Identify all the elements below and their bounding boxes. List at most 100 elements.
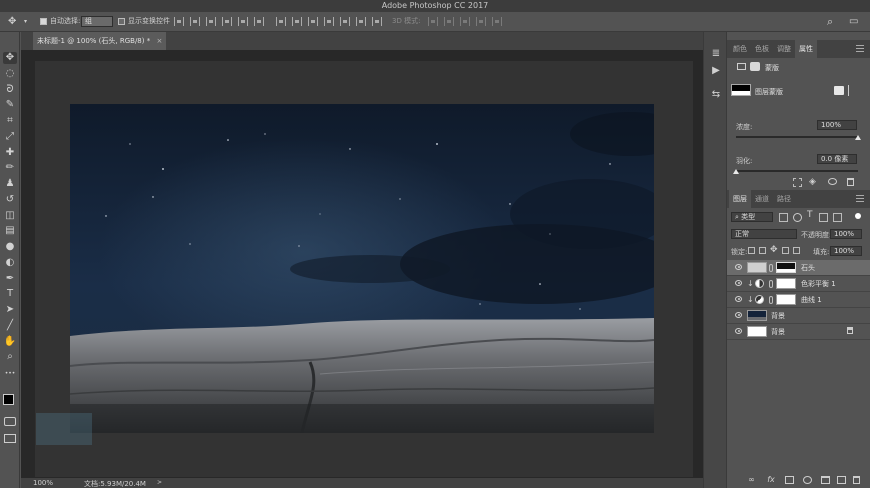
add-mask-icon[interactable] bbox=[785, 476, 794, 484]
align-vcenter-icon[interactable] bbox=[190, 17, 200, 26]
vector-mask-icon[interactable] bbox=[750, 62, 760, 71]
orbit-3d-icon[interactable] bbox=[428, 17, 438, 26]
marquee-tool-icon[interactable]: ◌ bbox=[3, 68, 17, 80]
auto-select-checkbox[interactable]: 自动选择: bbox=[40, 16, 80, 27]
layer-mask-thumbnail[interactable] bbox=[731, 84, 751, 96]
visibility-eye-icon[interactable] bbox=[735, 328, 742, 334]
auto-select-check[interactable] bbox=[40, 17, 47, 25]
distribute-bottom-icon[interactable] bbox=[308, 17, 318, 26]
lock-transparent-icon[interactable] bbox=[748, 247, 755, 254]
lock-artboard-icon[interactable] bbox=[782, 247, 789, 254]
layer-filter-select[interactable]: ⌕ 类型 bbox=[731, 212, 773, 222]
delete-layer-icon[interactable] bbox=[853, 476, 860, 484]
distribute-right-icon[interactable] bbox=[356, 17, 366, 26]
properties-panel-menu-icon[interactable] bbox=[856, 45, 864, 52]
auto-align-icon[interactable] bbox=[372, 17, 382, 26]
new-group-icon[interactable] bbox=[821, 476, 830, 484]
align-right-icon[interactable] bbox=[254, 17, 264, 26]
type-tool-icon[interactable]: T bbox=[3, 288, 17, 300]
auto-select-target-select[interactable]: 组 bbox=[81, 16, 113, 27]
layer-mask-thumbnail[interactable] bbox=[776, 262, 796, 273]
layer-mask-thumbnail[interactable] bbox=[776, 294, 796, 305]
crop-tool-icon[interactable]: ⌗ bbox=[3, 115, 17, 127]
filter-adjustment-icon[interactable] bbox=[793, 213, 802, 222]
eyedropper-tool-icon[interactable]: ⤢ bbox=[3, 131, 17, 143]
clone-stamp-tool-icon[interactable]: ♟ bbox=[3, 178, 17, 190]
move-tool-icon[interactable]: ✥ bbox=[8, 16, 16, 27]
workspace-icon[interactable]: ▭ bbox=[849, 16, 858, 27]
line-tool-icon[interactable]: ╱ bbox=[3, 320, 17, 332]
layer-mask-thumbnail[interactable] bbox=[776, 278, 796, 289]
actions-panel-icon[interactable]: ≣ bbox=[710, 48, 722, 59]
pan-3d-icon[interactable] bbox=[460, 17, 470, 26]
roll-3d-icon[interactable] bbox=[444, 17, 454, 26]
mask-link-icon[interactable] bbox=[769, 296, 773, 304]
layer-row-color-balance[interactable]: ↓ 色彩平衡 1 bbox=[727, 276, 870, 292]
fill-input[interactable]: 100% bbox=[830, 246, 862, 256]
tab-properties[interactable]: 属性 bbox=[795, 40, 817, 58]
filter-toggle-icon[interactable] bbox=[855, 213, 861, 219]
tool-preset-dropdown[interactable]: ▾ bbox=[24, 16, 27, 27]
healing-brush-tool-icon[interactable]: ✚ bbox=[3, 147, 17, 159]
move-tool-icon[interactable]: ✥ bbox=[3, 52, 17, 64]
document-tab[interactable]: 未标题-1 @ 100% (石头, RGB/8) * × bbox=[33, 32, 167, 50]
tab-swatches[interactable]: 色板 bbox=[751, 40, 773, 58]
feather-slider-track[interactable] bbox=[736, 170, 858, 172]
close-tab-icon[interactable]: × bbox=[156, 37, 162, 45]
path-select-tool-icon[interactable]: ➤ bbox=[3, 304, 17, 316]
link-layers-icon[interactable]: ∞ bbox=[747, 476, 756, 484]
tab-adjustments[interactable]: 调整 bbox=[773, 40, 795, 58]
show-transform-checkbox[interactable]: 显示变换控件 bbox=[118, 16, 170, 27]
delete-mask-icon[interactable] bbox=[847, 178, 854, 186]
tab-color[interactable]: 颜色 bbox=[729, 40, 751, 58]
add-vector-mask-icon[interactable] bbox=[848, 85, 857, 96]
show-transform-check[interactable] bbox=[118, 17, 125, 25]
brush-tool-icon[interactable]: ✏ bbox=[3, 162, 17, 174]
add-pixel-mask-icon[interactable] bbox=[834, 86, 844, 95]
filter-shape-icon[interactable] bbox=[819, 213, 828, 222]
align-hcenter-icon[interactable] bbox=[238, 17, 248, 26]
density-input[interactable]: 100% bbox=[817, 120, 857, 130]
blur-tool-icon[interactable]: ● bbox=[3, 241, 17, 253]
mask-link-icon[interactable] bbox=[769, 264, 773, 272]
layer-row-rock[interactable]: 石头 bbox=[727, 260, 870, 276]
density-slider-track[interactable] bbox=[736, 136, 858, 138]
layer-row-sky[interactable]: 背景 bbox=[727, 308, 870, 324]
visibility-eye-icon[interactable] bbox=[735, 296, 742, 302]
quick-mask-icon[interactable] bbox=[4, 417, 16, 426]
apply-mask-icon[interactable]: ◈ bbox=[809, 177, 816, 187]
play-icon[interactable]: ▶ bbox=[710, 65, 722, 76]
zoom-tool-icon[interactable]: ⌕ bbox=[3, 351, 17, 363]
filter-type-icon[interactable]: T bbox=[807, 210, 813, 220]
align-top-icon[interactable] bbox=[174, 17, 184, 26]
filter-smart-object-icon[interactable] bbox=[833, 213, 842, 222]
mask-visibility-icon[interactable] bbox=[828, 178, 837, 185]
document-canvas[interactable] bbox=[70, 104, 654, 433]
tab-layers[interactable]: 图层 bbox=[729, 190, 751, 208]
opacity-input[interactable]: 100% bbox=[830, 229, 862, 239]
quick-select-tool-icon[interactable]: ✎ bbox=[3, 99, 17, 111]
mask-link-icon[interactable] bbox=[769, 280, 773, 288]
pixel-mask-icon[interactable] bbox=[737, 63, 746, 70]
scale-3d-icon[interactable] bbox=[492, 17, 502, 26]
screen-mode-icon[interactable] bbox=[4, 434, 16, 443]
dodge-tool-icon[interactable]: ◐ bbox=[3, 257, 17, 269]
tab-paths[interactable]: 路径 bbox=[773, 190, 795, 208]
slide-3d-icon[interactable] bbox=[476, 17, 486, 26]
feather-slider-knob[interactable] bbox=[733, 169, 739, 174]
lock-image-icon[interactable] bbox=[759, 247, 766, 254]
new-adjustment-layer-icon[interactable] bbox=[803, 476, 812, 484]
density-slider-knob[interactable] bbox=[855, 135, 861, 140]
search-icon[interactable]: ⌕ bbox=[827, 16, 833, 27]
zoom-level[interactable]: 100% bbox=[33, 479, 53, 487]
history-panel-icon[interactable]: ⇆ bbox=[710, 89, 722, 100]
visibility-eye-icon[interactable] bbox=[735, 264, 742, 270]
history-brush-tool-icon[interactable]: ↺ bbox=[3, 194, 17, 206]
distribute-hcenter-icon[interactable] bbox=[340, 17, 350, 26]
new-layer-icon[interactable] bbox=[837, 476, 846, 484]
status-menu-arrow-icon[interactable]: > bbox=[157, 479, 162, 486]
gradient-tool-icon[interactable]: ▤ bbox=[3, 225, 17, 237]
distribute-top-icon[interactable] bbox=[276, 17, 286, 26]
lasso-tool-icon[interactable]: ᘐ bbox=[3, 84, 17, 96]
eraser-tool-icon[interactable]: ◫ bbox=[3, 210, 17, 222]
